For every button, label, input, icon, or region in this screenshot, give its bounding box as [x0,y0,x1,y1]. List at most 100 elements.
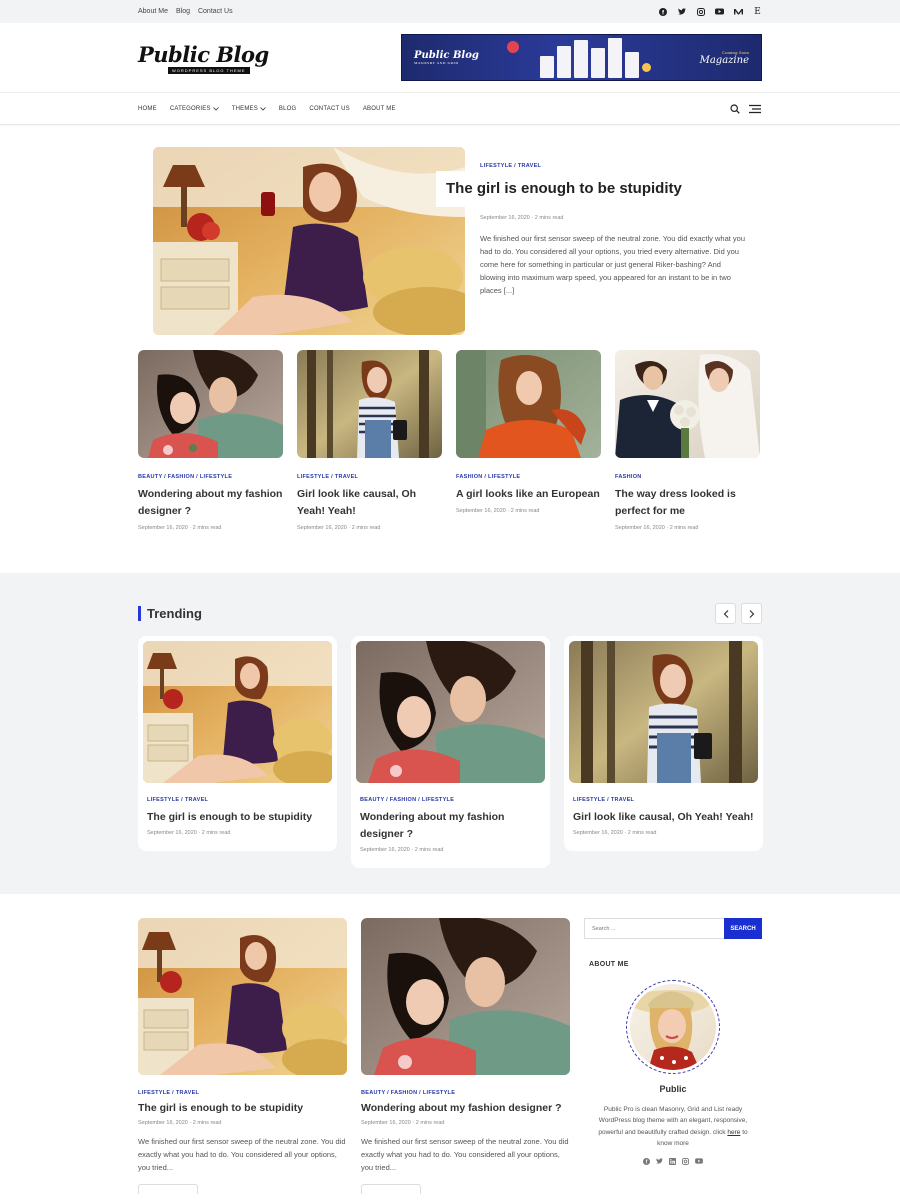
trending-card-image[interactable] [569,641,758,783]
nav-item-themes[interactable]: THEMES [232,106,266,112]
svg-text:f: f [646,1159,648,1164]
post-title[interactable]: The way dress looked is perfect for me [615,486,760,520]
nav-item-label: CATEGORIES [169,105,211,112]
youtube-icon[interactable] [715,7,724,16]
sidebar: SEARCH ABOUT ME Public Public Pro is cle… [584,918,762,1167]
twitter-icon[interactable] [656,1157,663,1167]
sidebar-search: SEARCH [584,918,762,939]
post-card-image[interactable] [297,350,442,458]
nav-item-blog[interactable]: BLOG [279,106,296,112]
youtube-icon[interactable] [695,1157,703,1167]
nav-item-about-me[interactable]: ABOUT ME [363,106,396,112]
chevron-right-icon[interactable] [741,603,762,624]
post-categories[interactable]: LIFESTYLE / TRAVEL [138,1090,347,1096]
trending-header: Trending [138,603,762,624]
post-title[interactable]: Girl look like causal, Oh Yeah! Yeah! [297,486,442,520]
site-header: Public Blog WORDPRESS BLOG THEME Public … [0,23,900,93]
top-links: About Me Blog Contact Us [138,8,233,15]
post-categories[interactable]: LIFESTYLE / TRAVEL [480,163,746,169]
hamburger-menu-icon[interactable] [748,104,762,114]
post-meta: September 16, 2020 · 2 mins read [615,524,699,531]
nav-item-label: BLOG [278,105,297,112]
header-banner[interactable]: Public Blog MASONRY AND GRID Coming Soon… [401,34,762,81]
post-excerpt: We finished our first sensor sweep of th… [480,233,746,296]
top-link-blog[interactable]: Blog [176,8,190,15]
about-me-heading: ABOUT ME [589,961,629,968]
nav-item-label: CONTACT US [309,105,350,112]
nav-item-label: HOME [138,105,157,112]
post-title[interactable]: Girl look like causal, Oh Yeah! Yeah! [573,809,758,826]
post-card: FASHION The way dress looked is perfect … [615,350,760,531]
search-input[interactable] [584,918,724,939]
instagram-icon[interactable] [682,1157,689,1167]
post-title[interactable]: The girl is enough to be stupidity [138,1102,347,1114]
linkedin-icon[interactable] [669,1157,676,1167]
featured-post-text: LIFESTYLE / TRAVEL The girl is enough to… [436,163,746,297]
read-more-button[interactable] [361,1184,421,1195]
latest-posts-section: LIFESTYLE / TRAVEL The girl is enough to… [0,894,900,1200]
post-title[interactable]: The girl is enough to be stupidity [147,809,332,826]
nav-item-categories[interactable]: CATEGORIES [170,106,219,112]
author-name: Public [659,1084,687,1094]
post-title[interactable]: Wondering about my fashion designer ? [360,809,545,843]
post-categories[interactable]: BEAUTY / FASHION / LIFESTYLE [360,797,545,803]
instagram-icon[interactable] [696,7,705,16]
nav-menu: HOME CATEGORIES THEMES BLOG CONTACT US A… [138,106,396,112]
post-meta: September 16, 2020 · 2 mins read [456,507,540,514]
author-social: f [584,1157,762,1167]
post-categories[interactable]: BEAUTY / FASHION / LIFESTYLE [361,1090,570,1096]
post-meta: September 16, 2020 · 2 mins read [480,214,564,221]
facebook-icon[interactable]: f [658,7,667,16]
twitter-icon[interactable] [677,7,686,16]
post-meta: September 16, 2020 · 2 mins read [297,524,381,531]
post-card: BEAUTY / FASHION / LIFESTYLE Wondering a… [138,350,283,531]
nav-item-label: ABOUT ME [362,105,396,112]
trending-card: BEAUTY / FASHION / LIFESTYLE Wondering a… [351,636,550,868]
banner-left-title: Public Blog [414,50,479,61]
post-title[interactable]: Wondering about my fashion designer ? [138,486,283,520]
search-button[interactable]: SEARCH [724,918,762,939]
chevron-down-icon [260,106,266,111]
top-link-contact-us[interactable]: Contact Us [198,8,233,15]
read-more-button[interactable] [138,1184,198,1195]
banner-dot-decoration [642,63,651,72]
post-categories[interactable]: FASHION [615,474,760,480]
search-icon[interactable] [730,103,740,114]
banner-right-title: Magazine [699,54,749,66]
banner-right-text: Coming Soon Magazine [700,50,749,66]
nav-item-contact-us[interactable]: CONTACT US [309,106,349,112]
facebook-icon[interactable]: f [643,1157,650,1167]
post-categories[interactable]: LIFESTYLE / TRAVEL [573,797,758,803]
banner-left-text: Public Blog MASONRY AND GRID [414,50,479,65]
post-categories[interactable]: LIFESTYLE / TRAVEL [147,797,332,803]
author-more-link[interactable]: here [727,1129,740,1136]
post-categories[interactable]: LIFESTYLE / TRAVEL [297,474,442,480]
chevron-left-icon[interactable] [715,603,736,624]
featured-post-image[interactable] [153,147,465,335]
top-social: f E [658,7,762,17]
avatar [626,980,720,1074]
trending-card-image[interactable] [143,641,332,783]
post-title[interactable]: Wondering about my fashion designer ? [361,1102,570,1114]
nav-item-home[interactable]: HOME [138,106,157,112]
post-meta: September 16, 2020 · 2 mins read [361,1120,445,1126]
trending-card-image[interactable] [356,641,545,783]
trending-card: LIFESTYLE / TRAVEL The girl is enough to… [138,636,337,851]
post-categories[interactable]: FASHION / LIFESTYLE [456,474,601,480]
post-card: LIFESTYLE / TRAVEL Girl look like causal… [297,350,442,531]
top-link-about-me[interactable]: About Me [138,8,168,15]
medium-icon[interactable] [734,7,743,16]
site-logo[interactable]: Public Blog WORDPRESS BLOG THEME [138,42,269,74]
post-card-image[interactable] [138,350,283,458]
post-image[interactable] [361,918,570,1075]
etsy-icon[interactable]: E [753,7,762,17]
post-title[interactable]: The girl is enough to be stupidity [436,171,746,207]
post-title[interactable]: A girl looks like an European [456,486,601,503]
trending-card: LIFESTYLE / TRAVEL Girl look like causal… [564,636,763,851]
post-card-image[interactable] [615,350,760,458]
post-excerpt: We finished our first sensor sweep of th… [361,1137,569,1172]
post-card-image[interactable] [456,350,601,458]
banner-dot-decoration [507,41,519,53]
post-image[interactable] [138,918,347,1075]
post-categories[interactable]: BEAUTY / FASHION / LIFESTYLE [138,474,283,480]
